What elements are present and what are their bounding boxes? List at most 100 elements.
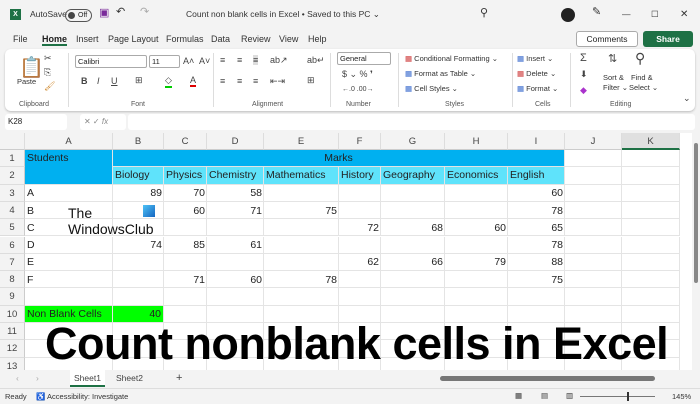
collapse-ribbon-icon[interactable]: ⌄ xyxy=(683,93,691,104)
document-title[interactable]: Count non blank cells in Excel • Saved t… xyxy=(186,9,380,20)
cell[interactable] xyxy=(622,236,680,254)
sheet-tab-sheet1[interactable]: Sheet1 xyxy=(70,370,105,387)
column-header[interactable]: C xyxy=(164,133,207,150)
mark-cell[interactable]: 85 xyxy=(164,237,207,254)
next-sheet-icon[interactable]: › xyxy=(32,370,43,387)
cell[interactable] xyxy=(622,150,680,168)
mark-cell[interactable]: 62 xyxy=(339,254,381,271)
row-header[interactable]: 10 xyxy=(0,305,25,323)
column-header[interactable]: E xyxy=(264,133,339,150)
redo-icon[interactable]: ↷ xyxy=(140,5,149,18)
mark-cell[interactable]: 78 xyxy=(508,202,565,219)
cell[interactable] xyxy=(445,236,508,254)
decimal-icon[interactable]: ←.0 .00→ xyxy=(342,86,374,93)
cell[interactable] xyxy=(565,236,622,254)
cell[interactable] xyxy=(264,219,339,237)
cell[interactable] xyxy=(264,236,339,254)
row-header[interactable]: 4 xyxy=(0,201,25,220)
sort-label[interactable]: Sort & xyxy=(603,73,624,82)
student-name[interactable]: D xyxy=(25,237,113,254)
cell[interactable] xyxy=(207,288,264,306)
row-header[interactable]: 6 xyxy=(0,236,25,254)
cell[interactable] xyxy=(565,167,622,185)
cell[interactable] xyxy=(622,288,680,306)
row-header[interactable]: 5 xyxy=(0,219,25,237)
borders-icon[interactable]: ⊞ xyxy=(135,75,143,86)
cell[interactable] xyxy=(207,219,264,237)
cell[interactable] xyxy=(622,271,680,289)
select-all-corner[interactable] xyxy=(0,133,25,150)
cell[interactable] xyxy=(339,236,381,254)
fill-icon[interactable]: ⬇ xyxy=(580,69,588,80)
align-middle-icon[interactable]: ≡ xyxy=(237,55,242,65)
student-name[interactable]: A xyxy=(25,185,113,202)
mark-cell[interactable]: 58 xyxy=(207,185,264,202)
mark-cell[interactable]: 75 xyxy=(508,271,565,288)
cell[interactable] xyxy=(339,288,381,306)
close-icon[interactable]: ✕ xyxy=(680,9,688,20)
undo-icon[interactable]: ↶ xyxy=(116,5,125,18)
decrease-font-icon[interactable]: A˅ xyxy=(199,56,210,66)
find-label[interactable]: Find & xyxy=(631,73,653,82)
mark-cell[interactable]: 66 xyxy=(381,254,445,271)
cell[interactable] xyxy=(381,288,445,306)
zoom-level[interactable]: 145% xyxy=(672,392,691,401)
cell[interactable] xyxy=(445,201,508,220)
cell[interactable] xyxy=(113,271,164,289)
cell[interactable] xyxy=(565,288,622,306)
cell[interactable] xyxy=(508,288,565,306)
cell[interactable] xyxy=(565,271,622,289)
sort-filter-icon[interactable]: ⇅ xyxy=(608,52,617,65)
cell[interactable] xyxy=(381,201,445,220)
mark-cell[interactable]: 60 xyxy=(445,219,508,236)
cell[interactable] xyxy=(565,150,622,168)
column-header[interactable]: D xyxy=(207,133,264,150)
mark-cell[interactable]: 65 xyxy=(508,219,565,236)
align-top-icon[interactable]: ≡ xyxy=(220,55,225,65)
cell[interactable] xyxy=(445,271,508,289)
cell[interactable] xyxy=(381,271,445,289)
cell[interactable] xyxy=(25,288,113,306)
row-header[interactable]: 7 xyxy=(0,253,25,272)
mark-cell[interactable]: 74 xyxy=(113,237,164,254)
column-header[interactable]: I xyxy=(508,133,565,150)
tab-file[interactable]: File xyxy=(13,34,28,44)
format-as-table-button[interactable]: ▦ Format as Table ⌄ xyxy=(405,69,476,78)
fill-color-icon[interactable]: ◇ xyxy=(165,75,172,88)
increase-font-icon[interactable]: A˄ xyxy=(183,56,194,66)
underline-icon[interactable]: U xyxy=(111,76,118,86)
row-header[interactable]: 2 xyxy=(0,167,25,185)
comments-button[interactable]: Comments xyxy=(576,31,638,47)
number-format-dropdown[interactable]: General xyxy=(337,52,391,65)
cell[interactable] xyxy=(622,201,680,220)
mark-cell[interactable]: 60 xyxy=(508,185,565,202)
student-name[interactable]: E xyxy=(25,254,113,271)
cell[interactable] xyxy=(339,184,381,202)
cell[interactable] xyxy=(164,288,207,306)
cell[interactable] xyxy=(445,288,508,306)
column-header[interactable]: J xyxy=(565,133,622,150)
cut-icon[interactable]: ✂ xyxy=(44,53,52,64)
align-left-icon[interactable]: ≡ xyxy=(220,76,225,86)
format-painter-icon[interactable]: 🖌 xyxy=(44,81,55,92)
vertical-scrollbar[interactable] xyxy=(692,133,700,370)
tab-home[interactable]: Home xyxy=(42,34,68,46)
row-header[interactable]: 1 xyxy=(0,150,25,168)
row-header[interactable]: 11 xyxy=(0,323,25,341)
share-button[interactable]: Share xyxy=(643,31,693,47)
mark-cell[interactable]: 88 xyxy=(508,254,565,271)
zoom-slider[interactable] xyxy=(580,392,655,401)
column-header[interactable]: K xyxy=(622,133,680,150)
prev-sheet-icon[interactable]: ‹ xyxy=(12,370,23,387)
mark-cell[interactable]: 70 xyxy=(164,185,207,202)
cell[interactable] xyxy=(622,219,680,237)
mark-cell[interactable]: 60 xyxy=(164,202,207,219)
indent-icon[interactable]: ⇤⇥ xyxy=(270,76,285,87)
name-box[interactable]: K28 xyxy=(5,114,67,130)
horizontal-scrollbar[interactable] xyxy=(440,376,655,381)
mark-cell[interactable]: 71 xyxy=(164,271,207,288)
cell[interactable] xyxy=(622,184,680,202)
tab-page-layout[interactable]: Page Layout xyxy=(108,34,159,44)
tab-view[interactable]: View xyxy=(279,34,298,44)
orientation-icon[interactable]: ab↗ xyxy=(270,55,288,66)
